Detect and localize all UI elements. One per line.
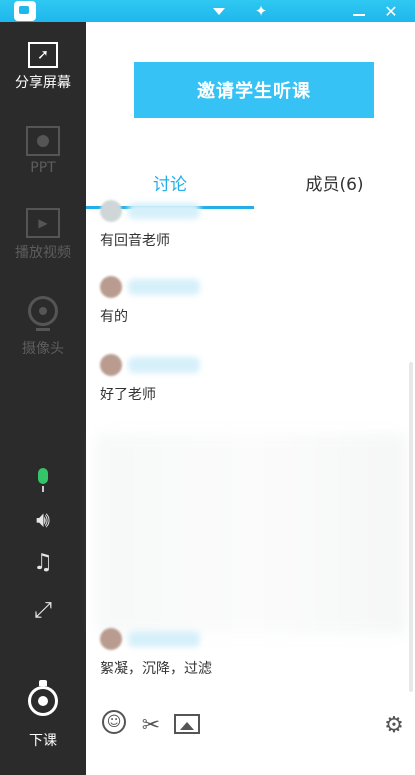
title-bar: ✦ ✕ bbox=[0, 0, 415, 22]
message-header bbox=[100, 352, 400, 378]
sender-name-blurred bbox=[128, 203, 200, 219]
chat-message: 好了老师 bbox=[100, 352, 400, 404]
message-text: 有回音老师 bbox=[100, 233, 170, 249]
sender-name-blurred bbox=[128, 357, 200, 373]
chat-scrollbar[interactable] bbox=[409, 362, 413, 692]
tab-discussion[interactable]: 讨论 bbox=[86, 162, 254, 202]
sidebar: ➚ 分享屏幕 PPT ▶ 播放视频 摄像头 🔊︎ ♫ ⤢ 下课 bbox=[0, 22, 86, 775]
app-logo-icon bbox=[14, 1, 36, 21]
pin-icon[interactable]: ✦ bbox=[250, 0, 272, 22]
sidebar-item-play-video[interactable]: ▶ 播放视频 bbox=[0, 208, 86, 262]
share-screen-icon: ➚ bbox=[28, 42, 58, 68]
settings-icon[interactable]: ⚙ bbox=[382, 710, 406, 740]
fullscreen-button[interactable]: ⤢ bbox=[0, 600, 86, 622]
speaker-icon: 🔊︎ bbox=[36, 508, 50, 533]
fullscreen-icon: ⤢ bbox=[34, 598, 52, 623]
end-class-label: 下课 bbox=[29, 733, 57, 749]
sidebar-item-share-screen[interactable]: ➚ 分享屏幕 bbox=[0, 42, 86, 92]
blurred-content bbox=[96, 434, 406, 634]
avatar bbox=[100, 276, 122, 298]
avatar bbox=[100, 628, 122, 650]
close-icon[interactable]: ✕ bbox=[380, 0, 402, 22]
sidebar-item-camera[interactable]: 摄像头 bbox=[0, 296, 86, 358]
speaker-button[interactable]: 🔊︎ bbox=[0, 510, 86, 532]
message-text: 有的 bbox=[100, 309, 128, 325]
tab-members[interactable]: 成员(6) bbox=[254, 162, 415, 202]
minimize-icon[interactable] bbox=[348, 0, 370, 22]
sidebar-item-label: 摄像头 bbox=[22, 341, 64, 357]
sender-name-blurred bbox=[128, 631, 200, 647]
message-header bbox=[100, 274, 400, 300]
avatar bbox=[100, 200, 122, 222]
message-text: 好了老师 bbox=[100, 387, 156, 403]
end-class-icon bbox=[28, 680, 58, 716]
message-header bbox=[100, 626, 400, 652]
sidebar-item-label: PPT bbox=[30, 160, 56, 176]
sidebar-item-label: 播放视频 bbox=[15, 245, 71, 261]
dropdown-icon[interactable] bbox=[208, 0, 230, 22]
microphone-icon bbox=[38, 468, 48, 492]
invite-students-button[interactable]: 邀请学生听课 bbox=[134, 62, 374, 118]
sidebar-item-ppt[interactable]: PPT bbox=[0, 126, 86, 176]
sidebar-item-label: 分享屏幕 bbox=[15, 75, 71, 91]
image-icon[interactable] bbox=[174, 714, 200, 734]
chat-message: 有回音老师 bbox=[100, 198, 400, 250]
chat-message: 絮凝，沉降，过滤 bbox=[100, 626, 400, 678]
emoji-icon[interactable]: ☺ bbox=[102, 710, 126, 734]
sender-name-blurred bbox=[128, 279, 200, 295]
play-video-icon: ▶ bbox=[26, 208, 60, 238]
ppt-icon bbox=[26, 126, 60, 156]
music-icon: ♫ bbox=[33, 550, 53, 575]
scissors-icon[interactable]: ✂ bbox=[138, 710, 164, 740]
camera-icon bbox=[28, 296, 58, 331]
avatar bbox=[100, 354, 122, 376]
chat-message: 有的 bbox=[100, 274, 400, 326]
main-panel: 邀请学生听课 讨论 成员(6) 有回音老师 有的 好了老师 絮凝，沉降，过滤 ☺… bbox=[86, 22, 415, 775]
end-class-button[interactable]: 下课 bbox=[0, 680, 86, 750]
microphone-button[interactable] bbox=[0, 468, 86, 492]
chat-toolbar: ☺ ✂ ⚙ bbox=[86, 710, 415, 746]
message-text: 絮凝，沉降，过滤 bbox=[100, 661, 212, 677]
message-header bbox=[100, 198, 400, 224]
music-button[interactable]: ♫ bbox=[0, 552, 86, 574]
